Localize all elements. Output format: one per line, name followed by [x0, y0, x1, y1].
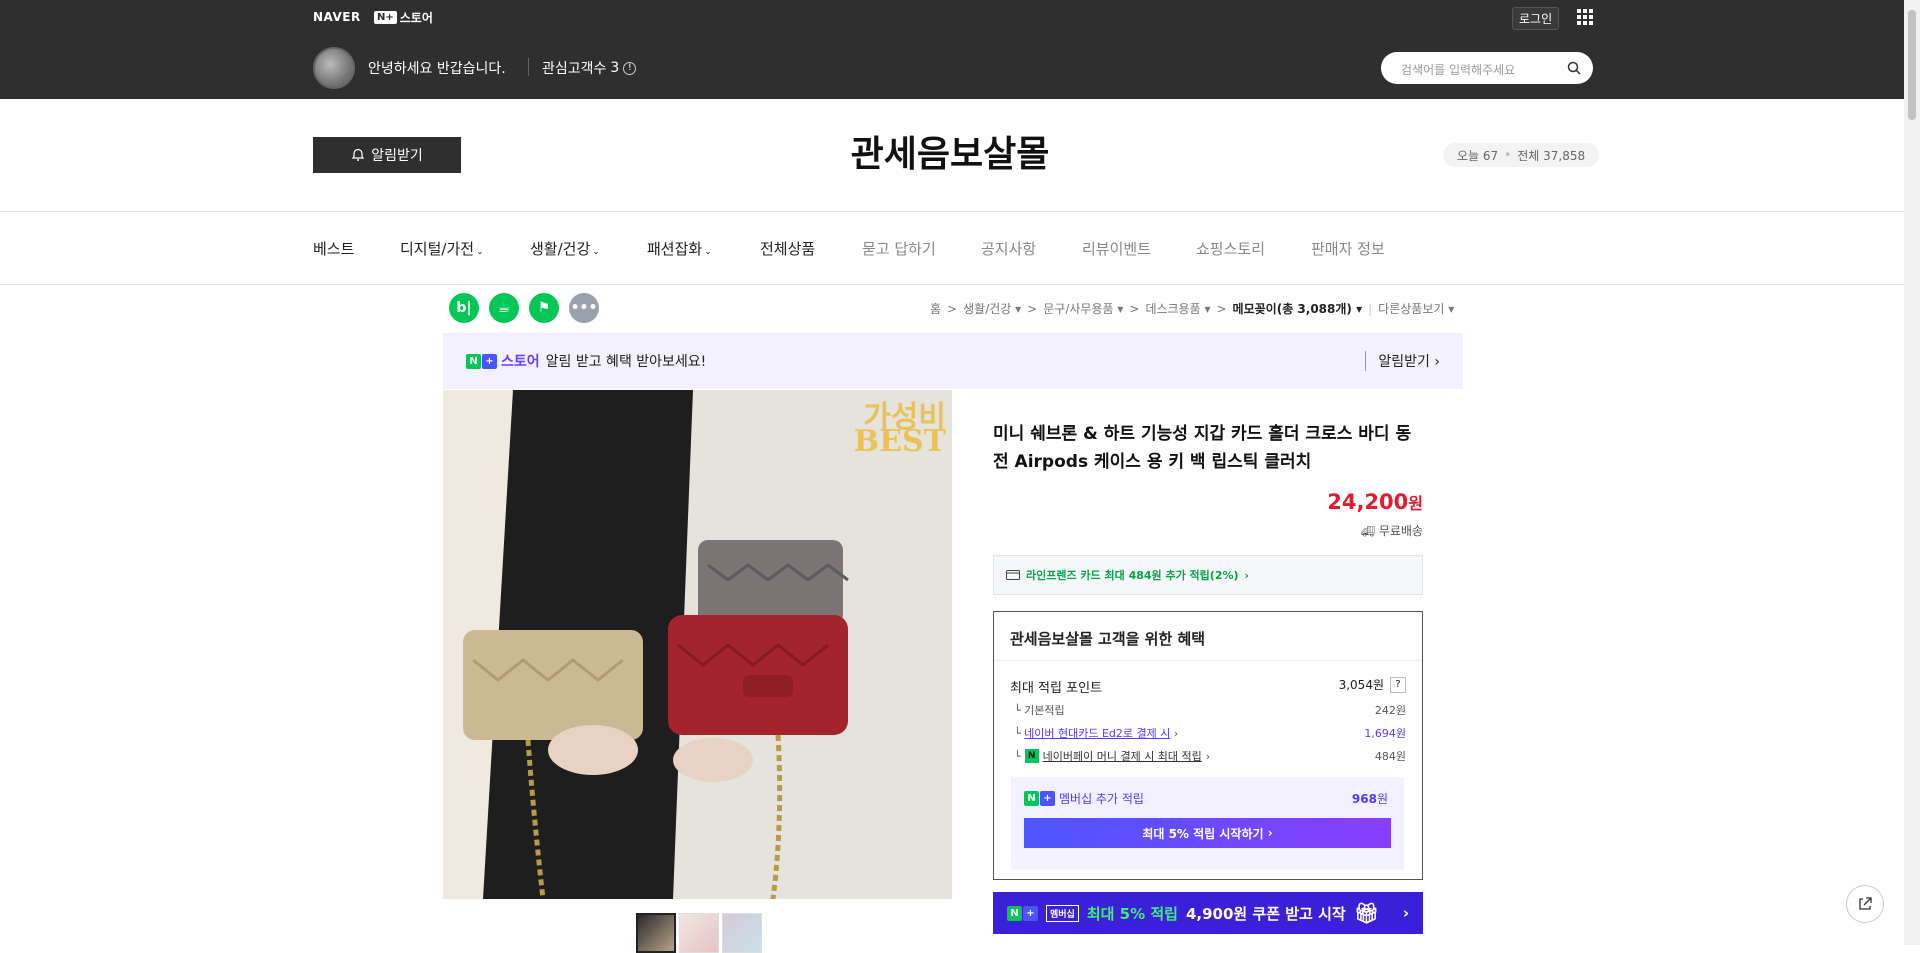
coupon-text: 4,900원 쿠폰 받고 시작 — [1185, 904, 1346, 923]
basic-point-label: └ 기본적립 — [1014, 704, 1065, 717]
product-price: 24,200원 — [1327, 490, 1423, 514]
breadcrumb-current[interactable]: 메모꽂이(총 3,088개) ▾ — [1233, 300, 1363, 317]
cafe-share-icon[interactable]: ☕ — [489, 293, 519, 323]
gift-icon: 🎁︎ — [1353, 901, 1380, 925]
membership-coupon-banner[interactable]: N + 멤버십 최대 5% 적립 4,900원 쿠폰 받고 시작 🎁︎ › — [993, 892, 1423, 934]
nplus-badge: N+ — [374, 11, 397, 24]
image-overlay-text: BEST — [853, 424, 946, 459]
breadcrumb-desk[interactable]: 데스크용품 ▾ — [1145, 300, 1210, 317]
interest-label: 관심고객수 — [542, 61, 607, 77]
category-all-products[interactable]: 전체상품 — [760, 238, 815, 259]
product-photo — [443, 390, 952, 899]
divider — [994, 660, 1422, 661]
product-thumbnail[interactable] — [722, 913, 762, 953]
category-living[interactable]: 생활/건강 ⌄ — [530, 238, 600, 259]
category-label: 패션잡화 — [647, 240, 703, 258]
blog-share-icon[interactable]: b| — [449, 293, 479, 323]
share-icon — [1859, 897, 1872, 910]
coupon-highlight: 최대 5% 적립 — [1086, 904, 1178, 923]
category-label: 생활/건강 — [530, 240, 591, 258]
category-fashion[interactable]: 패션잡화 ⌄ — [647, 238, 712, 259]
breadcrumb-home[interactable]: 홈 — [930, 300, 941, 317]
category-digital[interactable]: 디지털/가전 ⌄ — [400, 238, 484, 259]
top-navigation-bar — [0, 0, 1904, 99]
banner-message: 알림 받고 혜택 받아보세요! — [545, 354, 707, 370]
banner-store-label: 스토어 — [501, 354, 540, 370]
chevron-right-icon: › — [1402, 904, 1409, 922]
scrollbar[interactable] — [1904, 0, 1920, 945]
divider — [0, 284, 1904, 285]
benefit-title: 관세음보살몰 고객을 위한 혜택 — [1010, 630, 1206, 648]
help-icon[interactable]: ? — [1390, 676, 1406, 693]
bookmark-share-icon[interactable]: ⚑ — [529, 293, 559, 323]
category-shopping-story[interactable]: 쇼핑스토리 — [1196, 238, 1265, 259]
chevron-down-icon: ⌄ — [476, 247, 484, 257]
alarm-label: 알림받기 — [371, 148, 423, 164]
truck-icon: 🚚︎ — [1361, 525, 1375, 538]
npay-money-link[interactable]: └ N 네이버페이 머니 결제 시 최대 적립 › — [1014, 748, 1210, 764]
card-benefit-link[interactable]: 라인프렌즈 카드 최대 484원 추가 적립(2%) › — [993, 555, 1423, 595]
visitor-today: 오늘 67 — [1457, 148, 1499, 163]
hyundai-card-value: 1,694원 — [1364, 727, 1406, 740]
product-main-image[interactable]: 가성비 BEST — [443, 390, 952, 899]
apps-grid-icon[interactable] — [1577, 9, 1593, 25]
visitor-total: 전체 37,858 — [1517, 148, 1586, 163]
login-button[interactable]: 로그인 — [1512, 7, 1560, 30]
search-placeholder: 검색어를 입력해주세요 — [1401, 63, 1516, 77]
bell-icon — [352, 148, 365, 161]
naver-logo[interactable]: NAVER — [313, 10, 361, 24]
subscribe-alarm-button[interactable]: 알림받기 — [313, 137, 461, 173]
divider — [0, 211, 1904, 212]
category-seller-info[interactable]: 판매자 정보 — [1311, 238, 1385, 259]
hyundai-card-link[interactable]: └ 네이버 현대카드 Ed2로 결제 시 › — [1014, 725, 1178, 741]
visitor-counter: 오늘 67 • 전체 37,858 — [1443, 143, 1600, 167]
breadcrumb: 홈 > 생활/건강 ▾ > 문구/사무용품 ▾ > 데스크용품 ▾ > 메모꽂이(총 3… — [930, 300, 1455, 317]
interest-count: 3 — [610, 60, 620, 76]
category-qna[interactable]: 묻고 답하기 — [862, 238, 936, 259]
membership-label: N + 멤버십 추가 적립 — [1024, 790, 1144, 807]
membership-start-button[interactable]: 최대 5% 적립 시작하기 › — [1024, 818, 1391, 848]
greeting-text: 안녕하세요 반갑습니다. — [368, 61, 506, 77]
breadcrumb-living[interactable]: 생활/건강 ▾ — [963, 300, 1021, 317]
scrollbar-thumb[interactable] — [1908, 10, 1916, 120]
product-thumbnail[interactable] — [636, 913, 676, 953]
banner-alarm-link[interactable]: 알림받기 › — [1365, 351, 1440, 371]
shipping-label: 무료배송 — [1378, 524, 1423, 538]
membership-value: 968원 — [1351, 792, 1388, 806]
store-avatar[interactable] — [313, 47, 355, 89]
npay-money-value: 484원 — [1374, 750, 1406, 763]
card-benefit-text: 라인프렌즈 카드 최대 484원 추가 적립(2%) — [1026, 569, 1239, 582]
npay-icon: N — [1024, 749, 1039, 763]
nstore-logo[interactable]: N+ 스토어 — [374, 9, 433, 26]
max-point-value: 3,054원 ? — [1339, 676, 1406, 693]
nplus-logo: N + — [1007, 905, 1038, 921]
nplus-logo: N + — [466, 353, 497, 369]
max-point-label: 최대 적립 포인트 — [1010, 681, 1102, 696]
more-share-icon[interactable]: ••• — [569, 293, 599, 323]
info-icon[interactable]: ! — [623, 61, 637, 75]
search-icon[interactable] — [1567, 61, 1581, 75]
membership-badge: 멤버십 — [1046, 904, 1079, 922]
product-name: 미니 쉐브론 & 하트 기능성 지갑 카드 홀더 크로스 바디 동전 Airpo… — [993, 424, 1412, 472]
share-button[interactable] — [1846, 885, 1884, 923]
nstore-alarm-banner[interactable]: N + 스토어 알림 받고 혜택 받아보세요! 알림받기 › — [443, 333, 1463, 389]
category-review-event[interactable]: 리뷰이벤트 — [1082, 238, 1151, 259]
shipping-info: 🚚︎ 무료배송 — [1100, 522, 1423, 539]
category-label: 디지털/가전 — [400, 240, 475, 258]
product-thumbnail[interactable] — [679, 913, 719, 953]
interest-customers: 관심고객수 3 ! — [542, 58, 637, 78]
chevron-down-icon: ⌄ — [704, 247, 712, 257]
nstore-label: 스토어 — [399, 11, 433, 25]
basic-point-value: 242원 — [1374, 704, 1406, 717]
other-products-dropdown[interactable]: 다른상품보기 ▾ — [1378, 300, 1454, 317]
category-notice[interactable]: 공지사항 — [981, 238, 1036, 259]
shop-title[interactable]: 관세음보살몰 — [700, 125, 1200, 177]
search-input[interactable]: 검색어를 입력해주세요 — [1381, 52, 1593, 84]
divider — [528, 58, 529, 76]
breadcrumb-stationery[interactable]: 문구/사무용품 ▾ — [1043, 300, 1123, 317]
category-best[interactable]: 베스트 — [313, 238, 354, 259]
chevron-down-icon: ⌄ — [592, 247, 600, 257]
credit-card-icon — [1006, 570, 1020, 580]
